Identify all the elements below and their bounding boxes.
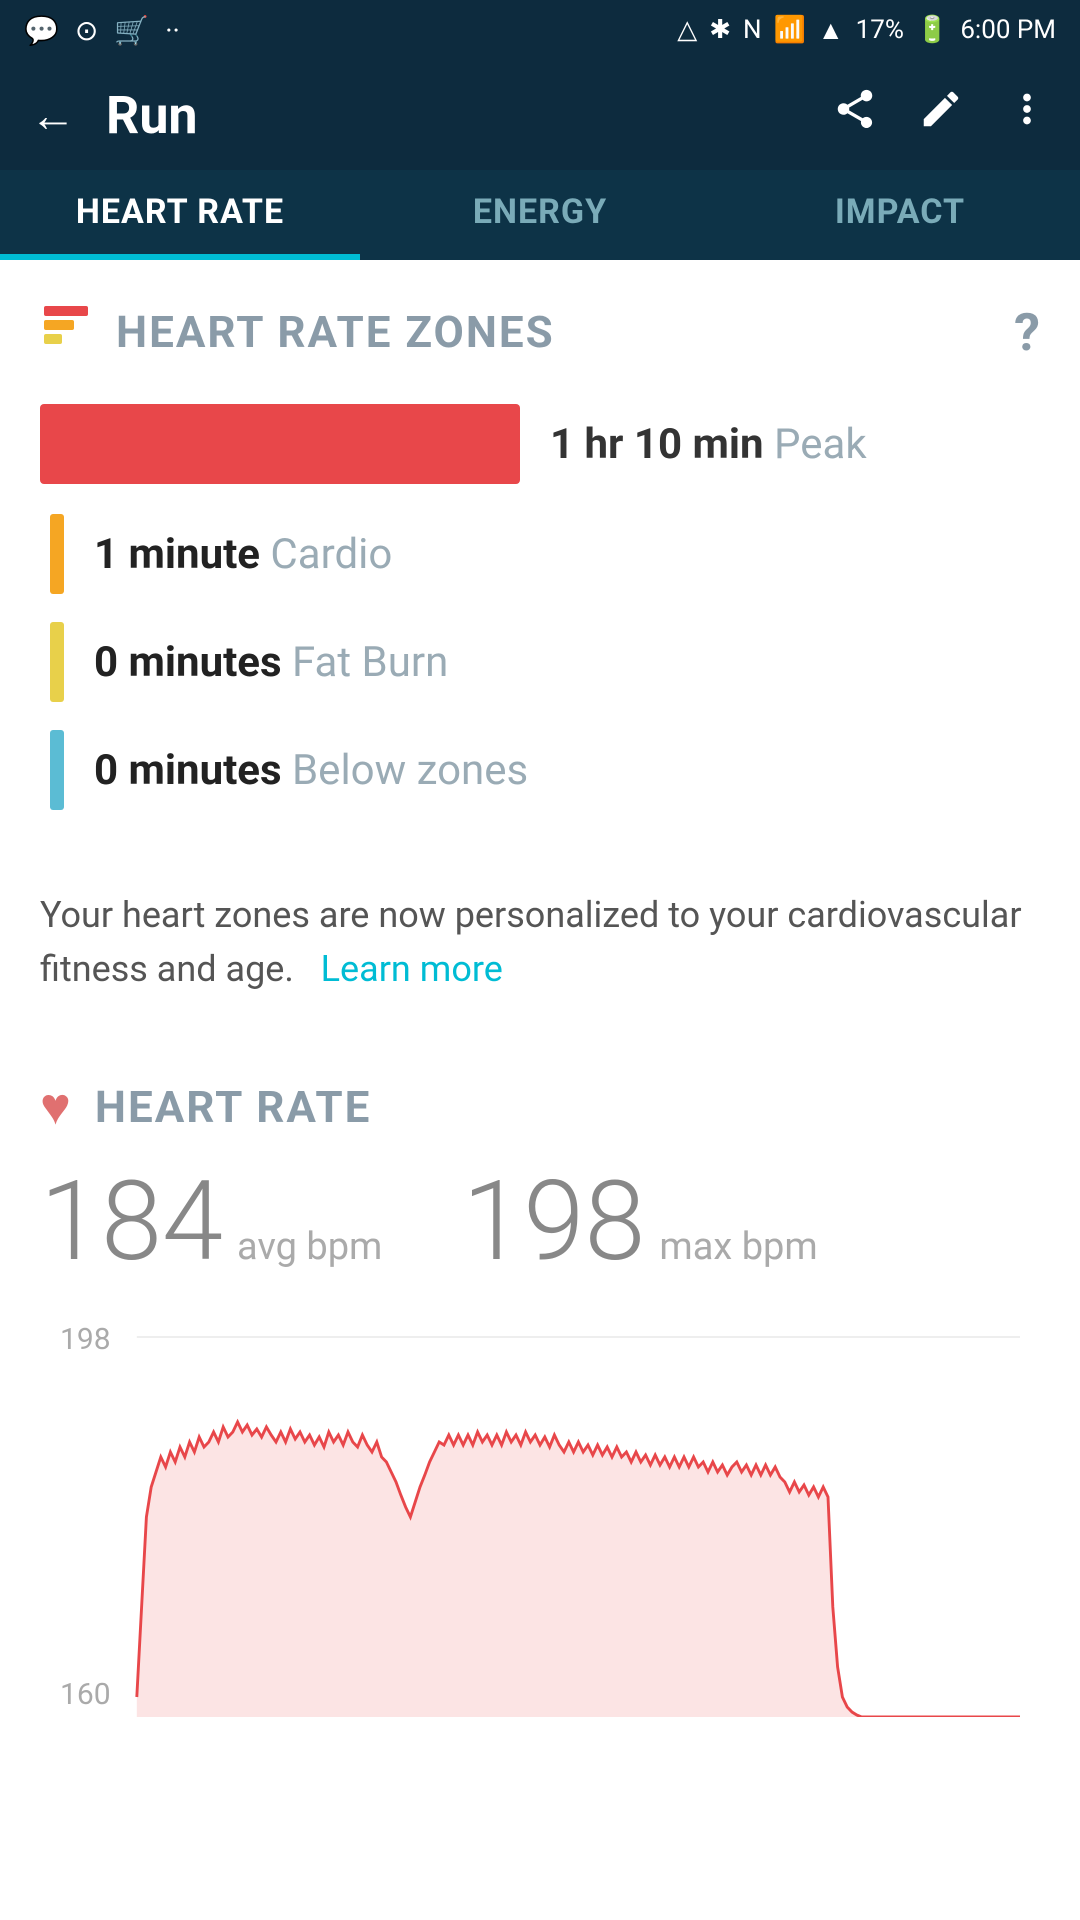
heart-rate-section: ♥ HEART RATE 184 avg bpm 198 max bpm 198 — [0, 1046, 1080, 1737]
max-bpm-label: max bpm — [659, 1225, 817, 1269]
max-bpm-value: 198 — [462, 1167, 645, 1277]
tab-bar: HEART RATE ENERGY IMPACT — [0, 170, 1080, 260]
cellular-icon: ▲ — [818, 15, 844, 46]
avg-bpm-stat: 184 avg bpm — [40, 1167, 382, 1277]
back-button[interactable]: ← — [30, 88, 76, 143]
fatburn-label: 0 minutes Fat Burn — [94, 638, 448, 687]
header-actions — [832, 86, 1050, 144]
wifi-icon: 📶 — [774, 15, 806, 45]
avg-bpm-label: avg bpm — [237, 1225, 382, 1269]
peak-zone-row: 1 hr 10 min Peak — [40, 404, 1040, 484]
status-bar: 💬 ⊙ 🛒 ·· △ ✱ N 📶 ▲ 17% 🔋 6:00 PM — [0, 0, 1080, 60]
message-icon: 💬 — [24, 14, 59, 47]
fatburn-zone-row: 0 minutes Fat Burn — [40, 622, 1040, 702]
cardio-label: 1 minute Cardio — [94, 530, 392, 579]
peak-label: 1 hr 10 min Peak — [550, 420, 867, 469]
zones-icon — [40, 300, 92, 364]
amazon-icon: 🛒 — [114, 14, 149, 47]
help-button[interactable]: ? — [1014, 302, 1040, 363]
dots-icon: ·· — [165, 14, 180, 47]
signal-icon: △ — [677, 15, 697, 45]
avg-bpm-value: 184 — [40, 1167, 223, 1277]
clock: 6:00 PM — [960, 15, 1056, 45]
info-text: Your heart zones are now personalized to… — [0, 868, 1080, 1046]
below-zone-row: 0 minutes Below zones — [40, 730, 1040, 810]
chart-y-max: 198 — [60, 1322, 111, 1357]
heart-rate-chart: 198 160 — [40, 1317, 1040, 1717]
learn-more-link[interactable]: Learn more — [321, 948, 503, 990]
nfc-icon: N — [743, 15, 762, 45]
max-bpm-stat: 198 max bpm — [462, 1167, 817, 1277]
heart-rate-graph — [60, 1317, 1020, 1717]
status-right-icons: △ ✱ N 📶 ▲ 17% 🔋 6:00 PM — [677, 15, 1056, 46]
fatburn-indicator — [50, 622, 64, 702]
battery-icon: 🔋 — [916, 15, 948, 45]
zones-section-title: HEART RATE ZONES — [116, 306, 555, 358]
below-indicator — [50, 730, 64, 810]
status-left-icons: 💬 ⊙ 🛒 ·· — [24, 14, 180, 47]
share-button[interactable] — [832, 86, 878, 144]
zones-header-left: HEART RATE ZONES — [40, 300, 555, 364]
cardio-zone-row: 1 minute Cardio — [40, 514, 1040, 594]
tab-heart-rate[interactable]: HEART RATE — [0, 170, 360, 260]
alarm-icon: ⊙ — [75, 14, 98, 47]
below-label: 0 minutes Below zones — [94, 746, 528, 795]
main-content: HEART RATE ZONES ? 1 hr 10 min Peak 1 mi… — [0, 260, 1080, 1737]
tab-impact[interactable]: IMPACT — [720, 170, 1080, 260]
header: ← Run — [0, 60, 1080, 170]
page-title: Run — [106, 85, 802, 146]
zones-section-header: HEART RATE ZONES ? — [0, 260, 1080, 384]
more-button[interactable] — [1004, 86, 1050, 144]
heart-icon: ♥ — [40, 1076, 71, 1137]
battery-percent: 17% — [856, 15, 904, 45]
zones-container: 1 hr 10 min Peak 1 minute Cardio 0 minut… — [0, 384, 1080, 868]
bluetooth-icon: ✱ — [709, 15, 731, 45]
hr-section-header: ♥ HEART RATE — [40, 1076, 1040, 1137]
peak-bar — [40, 404, 520, 484]
cardio-indicator — [50, 514, 64, 594]
tab-energy[interactable]: ENERGY — [360, 170, 720, 260]
hr-stats: 184 avg bpm 198 max bpm — [40, 1167, 1040, 1277]
hr-section-title: HEART RATE — [95, 1081, 371, 1133]
edit-button[interactable] — [918, 86, 964, 144]
chart-y-min: 160 — [60, 1677, 111, 1712]
